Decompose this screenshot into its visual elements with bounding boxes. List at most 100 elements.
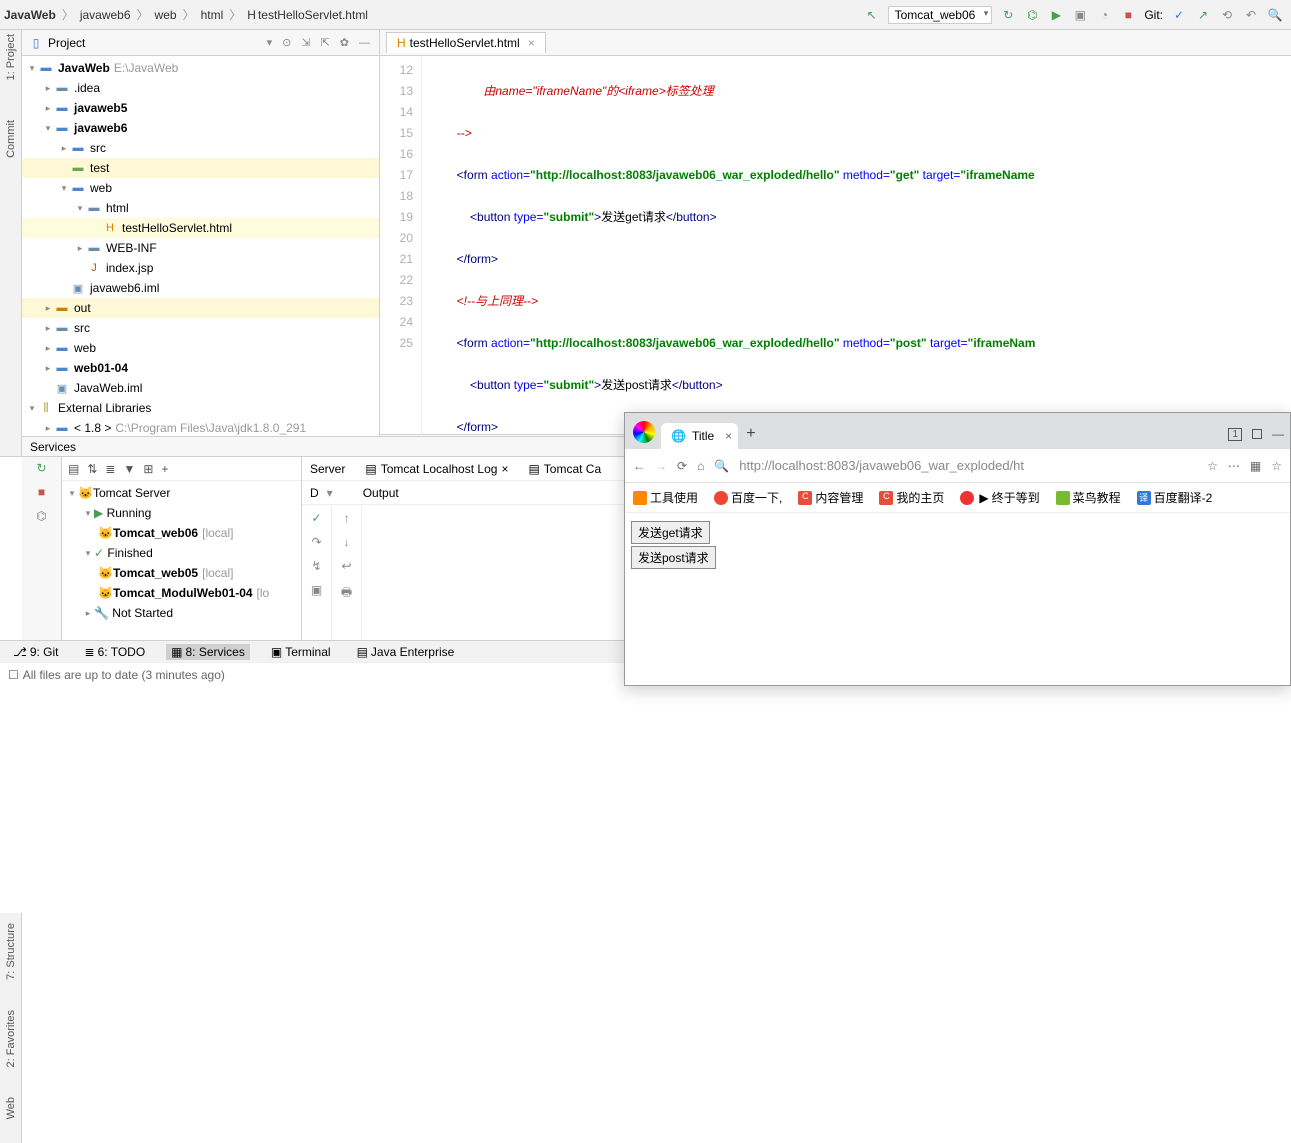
bm-3[interactable]: C内容管理 [798, 489, 863, 506]
split-icon[interactable] [1252, 429, 1262, 439]
services-tree[interactable]: ▤⇅≣▼⊞+ ▾🐱Tomcat Server ▾▶ Running 🐱Tomca… [62, 457, 302, 662]
back-icon[interactable]: ← [633, 459, 645, 473]
group-icon[interactable]: ⊞ [143, 462, 153, 476]
sv-ns[interactable]: Not Started [112, 606, 173, 620]
url-input[interactable] [739, 458, 1197, 473]
bm-7[interactable]: 译百度翻译-2 [1137, 489, 1213, 506]
tree-icon[interactable]: ⇅ [87, 462, 97, 476]
tree-src[interactable]: src [90, 141, 106, 155]
select-opened-icon[interactable]: ⊙ [282, 36, 291, 49]
menu-icon[interactable]: ⋯ [1228, 459, 1240, 473]
tree-html[interactable]: html [106, 201, 129, 215]
out-print-icon[interactable]: 🖶 [341, 583, 352, 604]
bc-1[interactable]: javaweb6 [80, 8, 131, 22]
code-lines[interactable]: 由name="iframeName"的<iframe>标签处理 --> <for… [422, 56, 1291, 434]
apps-icon[interactable]: ▦ [1250, 459, 1261, 473]
sv-running[interactable]: Running [107, 506, 152, 520]
services-title[interactable]: Services [30, 440, 76, 454]
bm-6[interactable]: 菜鸟教程 [1056, 489, 1121, 506]
tree-jw6[interactable]: javaweb6 [74, 121, 127, 135]
expand-icon[interactable]: ≣ [105, 462, 115, 476]
tree-jsp[interactable]: index.jsp [106, 261, 153, 275]
rail-web[interactable]: Web [5, 1097, 17, 1119]
stop-svc-icon[interactable]: ■ [38, 485, 45, 499]
browser-tab[interactable]: 🌐Title× [661, 423, 738, 449]
coverage-icon[interactable]: ▣ [1072, 7, 1088, 23]
editor-tab[interactable]: HtestHelloServlet.html× [386, 32, 546, 53]
forward-icon[interactable]: → [655, 459, 667, 473]
rail-favorites[interactable]: 2: Favorites [5, 1010, 17, 1067]
out-db-icon[interactable]: ▣ [311, 583, 322, 597]
collapse-all-icon[interactable]: ⇱ [321, 36, 330, 49]
bm-5[interactable]: ▶终于等到 [960, 489, 1039, 506]
hammer-icon[interactable]: ↖ [864, 7, 880, 23]
tree-jw5[interactable]: javaweb5 [74, 101, 127, 115]
tree-out[interactable]: out [74, 301, 91, 315]
git-rollback-icon[interactable]: ↶ [1243, 7, 1259, 23]
dbg-svc-icon[interactable]: ⌬ [36, 509, 46, 523]
rail-commit[interactable]: Commit [5, 120, 17, 158]
git-history-icon[interactable]: ⟲ [1219, 7, 1235, 23]
tab-close-icon[interactable]: × [725, 429, 732, 443]
rail-structure[interactable]: 7: Structure [5, 923, 17, 980]
reload-icon[interactable]: ⟳ [677, 459, 687, 473]
sv-finished[interactable]: Finished [107, 546, 152, 560]
tree-jdk[interactable]: < 1.8 > [74, 421, 111, 435]
status-je[interactable]: ▤ Java Enterprise [352, 644, 460, 660]
new-tab-icon[interactable]: + [746, 425, 755, 449]
project-title[interactable]: Project [48, 36, 260, 50]
tree-w01[interactable]: web01-04 [74, 361, 128, 375]
status-git[interactable]: ⎇ 9: Git [8, 644, 64, 660]
tree-file[interactable]: testHelloServlet.html [122, 221, 232, 235]
tree-test[interactable]: test [90, 161, 109, 175]
search-icon[interactable]: 🔍 [1267, 7, 1283, 23]
close-tab-icon[interactable]: × [528, 36, 535, 50]
hide-icon[interactable]: — [359, 37, 370, 49]
status-todo[interactable]: ≣ 6: TODO [80, 644, 151, 660]
sv-w05[interactable]: Tomcat_web05 [113, 566, 198, 580]
tree-src2[interactable]: src [74, 321, 90, 335]
bm-1[interactable]: 工具使用 [633, 489, 698, 506]
profile-icon[interactable]: ◔ [1096, 7, 1112, 23]
rail-project[interactable]: 1: Project [5, 34, 17, 80]
tree-root[interactable]: JavaWeb [58, 61, 110, 75]
sv-root[interactable]: Tomcat Server [93, 486, 170, 500]
tree-iml[interactable]: javaweb6.iml [90, 281, 159, 295]
proj-dropdown-icon[interactable]: ▾ [267, 36, 273, 49]
status-services[interactable]: ▦ 8: Services [166, 644, 250, 660]
out-step-icon[interactable]: ↷ [311, 535, 321, 549]
sv-mod[interactable]: Tomcat_ModulWeb01-04 [113, 586, 253, 600]
post-request-button[interactable]: 发送post请求 [631, 546, 716, 569]
out-server-tab[interactable]: Server [310, 462, 345, 476]
star2-icon[interactable]: ☆ [1271, 459, 1282, 473]
git-update-icon[interactable]: ✓ [1171, 7, 1187, 23]
out-d[interactable]: D [310, 486, 319, 500]
tree-idea[interactable]: .idea [74, 81, 100, 95]
gear-icon[interactable]: ✿ [340, 36, 349, 49]
get-request-button[interactable]: 发送get请求 [631, 521, 710, 544]
tree-web[interactable]: web [90, 181, 112, 195]
bc-3[interactable]: html [201, 8, 224, 22]
out-log-tab[interactable]: ▤ Tomcat Localhost Log × [365, 462, 508, 476]
out-up-icon[interactable]: ↑ [344, 511, 350, 525]
project-tree[interactable]: ▾▬JavaWebE:\JavaWeb ▸▬.idea ▸▬javaweb5 ▾… [22, 56, 379, 456]
rerun-icon[interactable]: ↻ [36, 461, 46, 475]
tree-extlib[interactable]: External Libraries [58, 401, 151, 415]
run-config-combo[interactable]: Tomcat_web06 [888, 6, 993, 24]
bug-icon[interactable]: ⌬ [1024, 7, 1040, 23]
sv-w06[interactable]: Tomcat_web06 [113, 526, 198, 540]
code-editor[interactable]: 1213141516171819202122232425 由name="ifra… [380, 56, 1291, 434]
out-down-icon[interactable]: ↓ [344, 535, 350, 549]
out-cat-tab[interactable]: ▤ Tomcat Ca [528, 462, 601, 476]
add-icon[interactable]: + [161, 462, 168, 476]
bc-2[interactable]: web [155, 8, 177, 22]
bm-4[interactable]: C我的主页 [879, 489, 944, 506]
run-icon[interactable]: ↻ [1000, 7, 1016, 23]
play-icon[interactable]: ▶ [1048, 7, 1064, 23]
bc-root[interactable]: JavaWeb [4, 8, 56, 22]
tree-webinf[interactable]: WEB-INF [106, 241, 157, 255]
home-icon[interactable]: ⌂ [697, 459, 704, 473]
star-icon[interactable]: ☆ [1207, 459, 1218, 473]
out-ok-icon[interactable]: ✓ [311, 511, 321, 525]
minimize-icon[interactable]: — [1272, 427, 1284, 441]
